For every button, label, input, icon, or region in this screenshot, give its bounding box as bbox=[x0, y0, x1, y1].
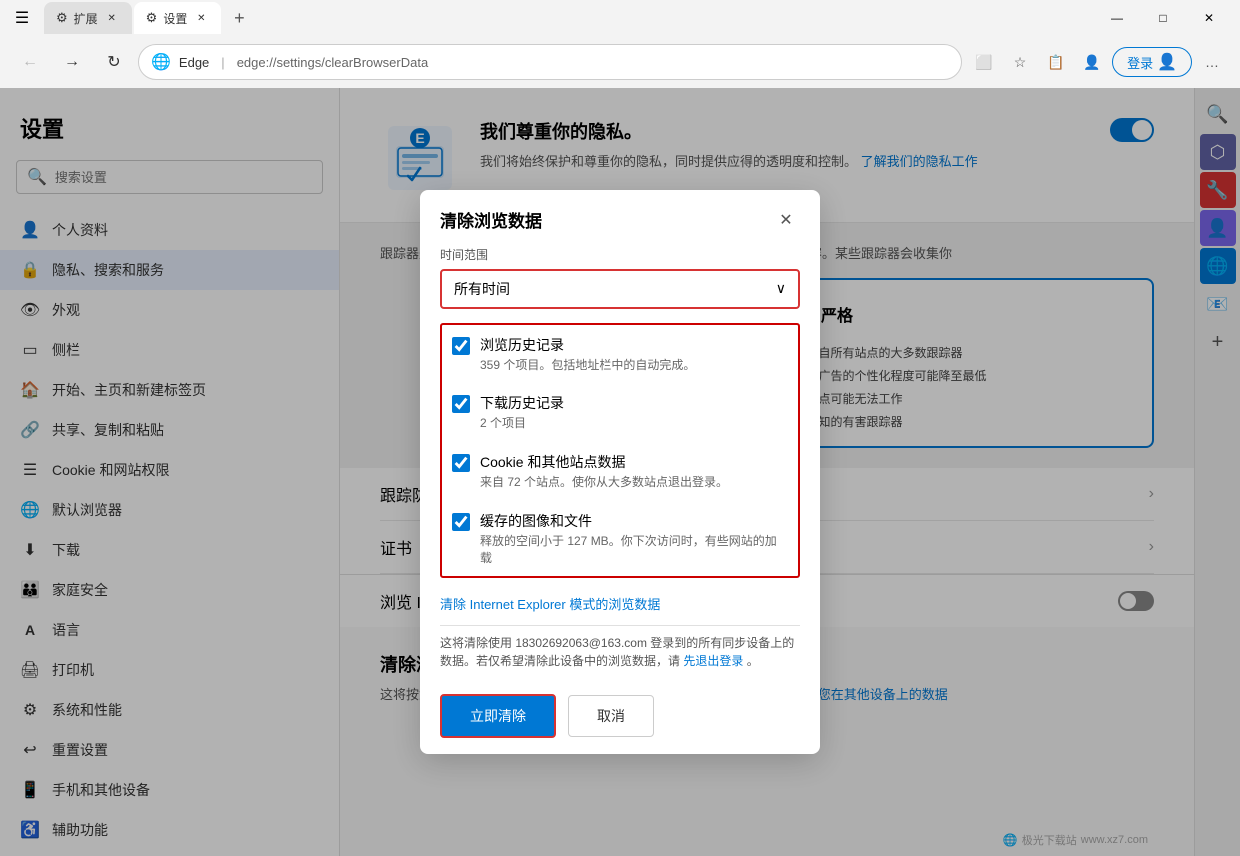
dialog-footer: 立即清除 取消 bbox=[420, 678, 820, 754]
cancel-button[interactable]: 取消 bbox=[568, 695, 654, 737]
address-bar[interactable]: 🌐 Edge | edge://settings/clearBrowserDat… bbox=[138, 44, 962, 80]
time-range-select[interactable]: 所有时间 ∨ bbox=[440, 269, 800, 309]
login-button[interactable]: 登录 👤 bbox=[1112, 47, 1192, 77]
tab-settings[interactable]: ⚙ 设置 ✕ bbox=[134, 2, 222, 34]
time-range-value: 所有时间 bbox=[454, 279, 510, 299]
profile-avatar-icon: 👤 bbox=[1157, 52, 1177, 72]
cookies-desc: 来自 72 个站点。使你从大多数站点退出登录。 bbox=[480, 474, 728, 491]
split-screen-button[interactable]: ⬜ bbox=[968, 46, 1000, 78]
download-history-item: 下载历史记录 2 个项目 bbox=[442, 383, 798, 442]
tab-settings-label: 设置 bbox=[163, 10, 187, 27]
dialog-close-button[interactable]: ✕ bbox=[772, 206, 800, 234]
download-history-text: 下载历史记录 2 个项目 bbox=[480, 393, 564, 432]
cached-checkbox[interactable] bbox=[452, 513, 470, 531]
favorites-button[interactable]: ☆ bbox=[1004, 46, 1036, 78]
checkboxes-highlighted-container: 浏览历史记录 359 个项目。包括地址栏中的自动完成。 下载历史记录 2 个项目 bbox=[440, 323, 800, 579]
confirm-clear-button[interactable]: 立即清除 bbox=[440, 694, 556, 738]
browsing-history-label: 浏览历史记录 bbox=[480, 335, 695, 355]
browsing-history-item: 浏览历史记录 359 个项目。包括地址栏中的自动完成。 bbox=[442, 325, 798, 384]
back-button[interactable]: ← bbox=[12, 44, 48, 80]
maximize-button[interactable]: □ bbox=[1140, 2, 1186, 34]
browsing-history-text: 浏览历史记录 359 个项目。包括地址栏中的自动完成。 bbox=[480, 335, 695, 374]
cached-text: 缓存的图像和文件 释放的空间小于 127 MB。你下次访问时，有些网站的加载 bbox=[480, 511, 788, 567]
tab-extensions[interactable]: ⚙ 扩展 ✕ bbox=[44, 2, 132, 34]
new-tab-button[interactable]: + bbox=[223, 2, 255, 34]
tab-extensions-close[interactable]: ✕ bbox=[104, 10, 120, 26]
cookies-text: Cookie 和其他站点数据 来自 72 个站点。使你从大多数站点退出登录。 bbox=[480, 452, 728, 491]
sign-out-link[interactable]: 先退出登录 bbox=[683, 654, 743, 668]
forward-button[interactable]: → bbox=[54, 44, 90, 80]
address-edge-icon: 🌐 bbox=[151, 52, 171, 72]
sidebar-icon[interactable]: ☰ bbox=[8, 4, 36, 32]
minimize-button[interactable]: — bbox=[1094, 2, 1140, 34]
time-range-section: 时间范围 所有时间 ∨ bbox=[440, 246, 800, 309]
cached-label: 缓存的图像和文件 bbox=[480, 511, 788, 531]
download-history-label: 下载历史记录 bbox=[480, 393, 564, 413]
tab-extensions-icon: ⚙ bbox=[56, 10, 68, 26]
download-history-checkbox[interactable] bbox=[452, 395, 470, 413]
tab-settings-icon: ⚙ bbox=[146, 10, 158, 26]
cached-desc: 释放的空间小于 127 MB。你下次访问时，有些网站的加载 bbox=[480, 533, 788, 567]
time-range-chevron: ∨ bbox=[776, 280, 786, 297]
clear-ie-link[interactable]: 清除 Internet Explorer 模式的浏览数据 bbox=[440, 594, 660, 613]
clear-browsing-dialog: 清除浏览数据 ✕ 时间范围 所有时间 ∨ bbox=[420, 190, 820, 755]
dialog-body: 时间范围 所有时间 ∨ 浏览历史记录 359 个项目。包括地址栏中的自动完成。 bbox=[420, 246, 820, 679]
profile-button[interactable]: 👤 bbox=[1076, 46, 1108, 78]
address-brand: Edge bbox=[179, 55, 209, 70]
tab-extensions-label: 扩展 bbox=[74, 10, 98, 27]
login-label: 登录 bbox=[1127, 53, 1153, 72]
dialog-header: 清除浏览数据 ✕ bbox=[420, 190, 820, 246]
cookies-label: Cookie 和其他站点数据 bbox=[480, 452, 728, 472]
cookies-item: Cookie 和其他站点数据 来自 72 个站点。使你从大多数站点退出登录。 bbox=[442, 442, 798, 501]
address-url: edge://settings/clearBrowserData bbox=[237, 55, 428, 70]
close-button[interactable]: ✕ bbox=[1186, 2, 1232, 34]
cached-item: 缓存的图像和文件 释放的空间小于 127 MB。你下次访问时，有些网站的加载 bbox=[442, 501, 798, 577]
ie-link-section: 清除 Internet Explorer 模式的浏览数据 bbox=[440, 588, 800, 619]
time-range-label: 时间范围 bbox=[440, 246, 800, 263]
download-history-desc: 2 个项目 bbox=[480, 415, 564, 432]
browsing-history-checkbox[interactable] bbox=[452, 337, 470, 355]
dialog-title: 清除浏览数据 bbox=[440, 207, 542, 232]
dialog-divider bbox=[440, 625, 800, 626]
dialog-overlay: 清除浏览数据 ✕ 时间范围 所有时间 ∨ bbox=[0, 88, 1240, 856]
sync-notice: 这将清除使用 18302692063@163.com 登录到的所有同步设备上的数… bbox=[440, 634, 800, 670]
cookies-checkbox[interactable] bbox=[452, 454, 470, 472]
refresh-button[interactable]: ↻ bbox=[96, 44, 132, 80]
collections-button[interactable]: 📋 bbox=[1040, 46, 1072, 78]
menu-button[interactable]: … bbox=[1196, 46, 1228, 78]
browsing-history-desc: 359 个项目。包括地址栏中的自动完成。 bbox=[480, 357, 695, 374]
tab-settings-close[interactable]: ✕ bbox=[193, 10, 209, 26]
address-separator: | bbox=[221, 55, 224, 70]
